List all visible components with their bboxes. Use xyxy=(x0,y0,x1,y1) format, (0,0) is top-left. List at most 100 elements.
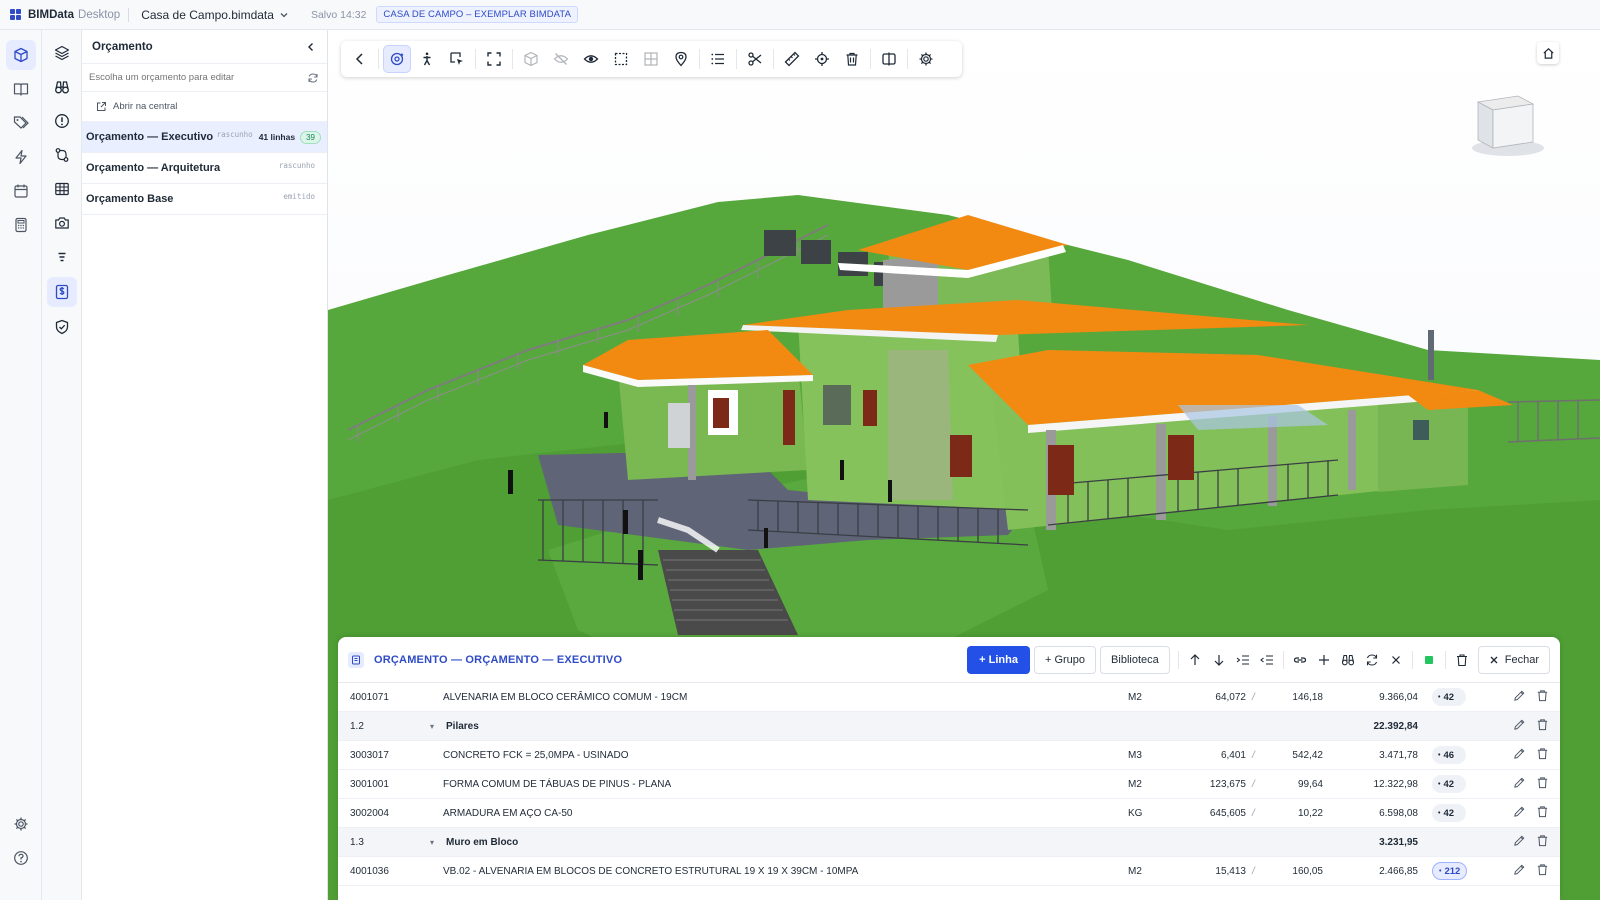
calculator-icon[interactable] xyxy=(6,210,36,240)
shield-check-icon[interactable] xyxy=(47,312,77,342)
table-row[interactable]: 3002004 ARMADURA EM AÇO CA-50 KG 645,605 /10… xyxy=(338,799,1560,828)
refresh-icon[interactable] xyxy=(307,72,319,84)
trash-icon[interactable] xyxy=(1536,689,1549,705)
list-icon[interactable] xyxy=(47,242,77,272)
sync-icon[interactable] xyxy=(1360,648,1384,672)
table-row[interactable]: 4001036 VB.02 - ALVENARIA EM BLOCOS DE CO… xyxy=(338,857,1560,886)
edit-icon[interactable] xyxy=(1513,805,1526,821)
clear-icon[interactable] xyxy=(1384,648,1408,672)
open-central-link[interactable]: Abrir na central xyxy=(82,92,327,122)
budget-item-arquitetura[interactable]: Orçamento — Arquitetura rascunho xyxy=(82,153,327,184)
outdent-icon[interactable] xyxy=(1255,648,1279,672)
home-view-button[interactable] xyxy=(1537,42,1559,64)
tags-icon[interactable] xyxy=(6,108,36,138)
binoculars-icon[interactable] xyxy=(47,72,77,102)
linked-elements-badge[interactable]: • 42 xyxy=(1432,804,1466,822)
walk-icon[interactable] xyxy=(413,45,441,73)
link-icon[interactable] xyxy=(1288,648,1312,672)
budget-search-input[interactable] xyxy=(89,72,307,83)
trash-icon[interactable] xyxy=(1536,805,1549,821)
budget-item-executivo[interactable]: Orçamento — Executivo rascunho 41 linhas… xyxy=(82,122,327,153)
table-row[interactable]: 3003017 CONCRETO FCK = 25,0MPA - USINADO M… xyxy=(338,741,1560,770)
group-row[interactable]: 1.3 ▾ Muro em Bloco 3.231,95 xyxy=(338,828,1560,857)
move-down-icon[interactable] xyxy=(1207,648,1231,672)
orbit-icon[interactable] xyxy=(383,45,411,73)
row-unit-price[interactable]: 146,18 xyxy=(1258,692,1323,703)
binoculars-icon[interactable] xyxy=(1336,648,1360,672)
trash-icon[interactable] xyxy=(1536,747,1549,763)
budget-item-base[interactable]: Orçamento Base emitido xyxy=(82,184,327,215)
row-quantity[interactable]: 64,072 xyxy=(1174,692,1246,703)
linked-elements-badge[interactable]: • 42 xyxy=(1432,688,1466,706)
3d-view-icon[interactable] xyxy=(6,40,36,70)
layers-icon[interactable] xyxy=(47,38,77,68)
help-icon[interactable] xyxy=(6,843,36,873)
trash-icon[interactable] xyxy=(1536,776,1549,792)
cube-icon[interactable] xyxy=(517,45,545,73)
book-icon[interactable] xyxy=(6,74,36,104)
list-icon[interactable] xyxy=(704,45,732,73)
edit-icon[interactable] xyxy=(1513,776,1526,792)
group-total: 22.392,84 xyxy=(1373,721,1419,732)
add-group-button[interactable]: + Grupo xyxy=(1033,645,1097,674)
table-row[interactable]: 3001001 FORMA COMUM DE TÁBUAS DE PINUS - … xyxy=(338,770,1560,799)
move-up-icon[interactable] xyxy=(1183,648,1207,672)
trash-icon[interactable] xyxy=(1536,863,1549,879)
trash-icon[interactable] xyxy=(838,45,866,73)
alert-icon[interactable] xyxy=(47,106,77,136)
delete-icon[interactable] xyxy=(1450,648,1474,672)
row-quantity[interactable]: 123,675 xyxy=(1174,779,1246,790)
table-row[interactable]: 4001071 ALVENARIA EM BLOCO CERÂMICO COMUM… xyxy=(338,683,1560,712)
plus-icon[interactable] xyxy=(1312,648,1336,672)
indent-icon[interactable] xyxy=(1231,648,1255,672)
collapse-panel-icon[interactable] xyxy=(305,41,317,53)
row-unit-price[interactable]: 10,22 xyxy=(1258,808,1323,819)
row-unit-price[interactable]: 160,05 xyxy=(1258,866,1323,877)
eye-icon[interactable] xyxy=(577,45,605,73)
linked-elements-badge[interactable]: • 46 xyxy=(1432,746,1466,764)
box-select-icon[interactable] xyxy=(607,45,635,73)
group-row[interactable]: 1.2 ▾ Pilares 22.392,84 xyxy=(338,712,1560,741)
edit-icon[interactable] xyxy=(1513,863,1526,879)
back-icon[interactable] xyxy=(346,45,374,73)
row-unit-price[interactable]: 99,64 xyxy=(1258,779,1323,790)
calendar-icon[interactable] xyxy=(6,176,36,206)
git-compare-icon[interactable] xyxy=(47,140,77,170)
color-marker-icon[interactable] xyxy=(1417,648,1441,672)
row-quantity[interactable]: 6,401 xyxy=(1174,750,1246,761)
row-unit-price[interactable]: 542,42 xyxy=(1258,750,1323,761)
trash-icon[interactable] xyxy=(1536,718,1549,734)
grid-icon[interactable] xyxy=(637,45,665,73)
close-table-button[interactable]: Fechar xyxy=(1477,645,1550,674)
edit-icon[interactable] xyxy=(1513,834,1526,850)
scissors-icon[interactable] xyxy=(741,45,769,73)
row-quantity[interactable]: 645,605 xyxy=(1174,808,1246,819)
project-badge[interactable]: CASA DE CAMPO – EXEMPLAR BIMDATA xyxy=(376,6,579,23)
pin-icon[interactable] xyxy=(667,45,695,73)
select-icon[interactable] xyxy=(443,45,471,73)
hide-icon[interactable] xyxy=(547,45,575,73)
target-icon[interactable] xyxy=(808,45,836,73)
edit-icon[interactable] xyxy=(1513,747,1526,763)
trash-icon[interactable] xyxy=(1536,834,1549,850)
table-icon[interactable] xyxy=(47,174,77,204)
linked-elements-badge[interactable]: • 212 xyxy=(1432,862,1468,880)
collapse-chevron-icon[interactable]: ▾ xyxy=(430,722,434,731)
split-icon[interactable] xyxy=(875,45,903,73)
linked-elements-badge[interactable]: • 42 xyxy=(1432,775,1466,793)
settings-icon[interactable] xyxy=(6,809,36,839)
budget-icon[interactable] xyxy=(47,277,77,307)
fit-view-icon[interactable] xyxy=(480,45,508,73)
settings-icon[interactable] xyxy=(912,45,940,73)
edit-icon[interactable] xyxy=(1513,689,1526,705)
bolt-icon[interactable] xyxy=(6,142,36,172)
edit-icon[interactable] xyxy=(1513,718,1526,734)
row-quantity[interactable]: 15,413 xyxy=(1174,866,1246,877)
collapse-chevron-icon[interactable]: ▾ xyxy=(430,838,434,847)
library-button[interactable]: Biblioteca xyxy=(1100,645,1170,674)
ruler-icon[interactable] xyxy=(778,45,806,73)
camera-icon[interactable] xyxy=(47,208,77,238)
add-line-button[interactable]: + Linha xyxy=(967,645,1030,674)
file-selector[interactable]: Casa de Campo.bimdata xyxy=(141,8,289,22)
nav-cube-icon[interactable] xyxy=(1472,95,1544,156)
